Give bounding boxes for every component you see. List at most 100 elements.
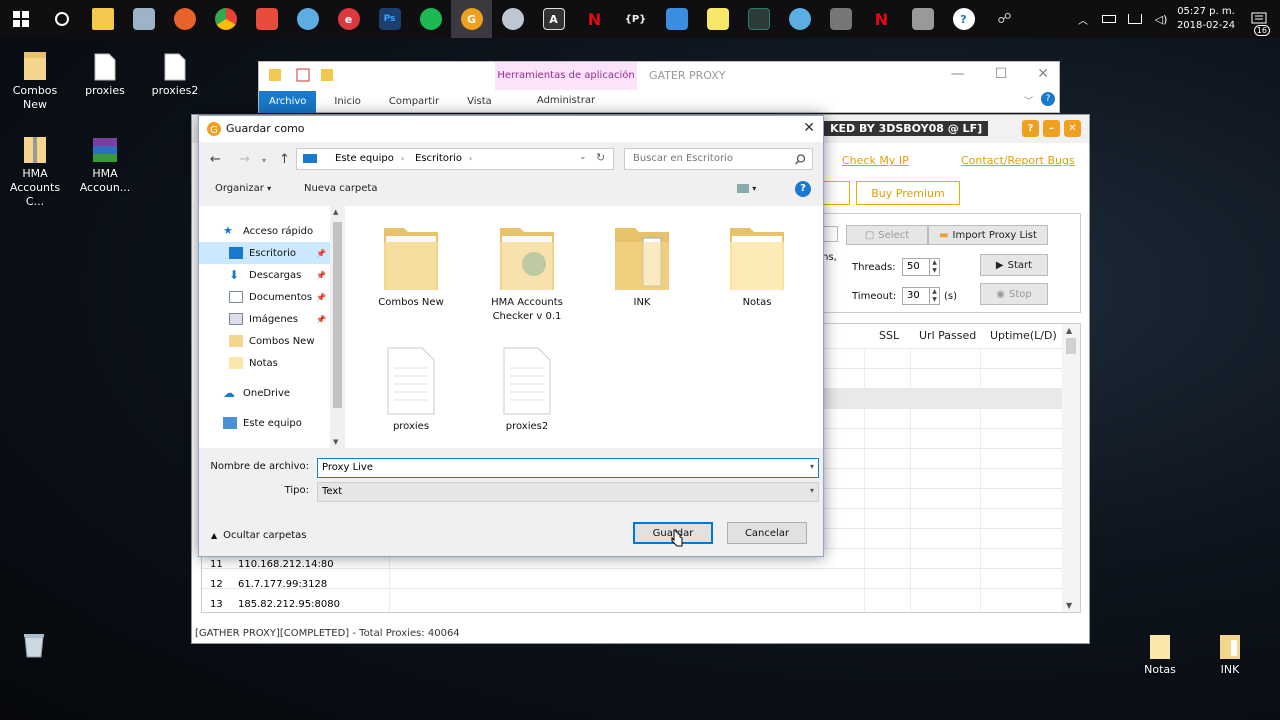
table-scrollbar[interactable]: ▲ ▼	[1062, 324, 1080, 612]
nav-notas[interactable]: Notas	[199, 352, 330, 374]
file-type-select[interactable]: Text ▾	[317, 482, 819, 502]
timeout-spinner[interactable]: 30 ▲ ▼	[902, 287, 940, 305]
forward-arrow-icon[interactable]: →	[239, 152, 250, 167]
search-input[interactable]: Buscar en Escritorio	[624, 148, 813, 170]
nav-scrollbar[interactable]: ▲ ▼	[330, 206, 345, 448]
chevron-down-icon[interactable]: ▾	[810, 486, 814, 495]
desktop-icon-combos-new[interactable]: Combos New	[0, 47, 70, 112]
tray-volume[interactable]: ◁)	[1148, 13, 1174, 26]
new-folder-button[interactable]: Nueva carpeta	[304, 183, 377, 194]
close-icon[interactable]: ✕	[1064, 120, 1081, 137]
taskbar-gather-proxy[interactable]: G	[451, 0, 492, 38]
buy-premium-button[interactable]: Buy Premium	[856, 181, 960, 205]
tray-chevron[interactable]: ︿	[1070, 12, 1096, 27]
scroll-down-icon[interactable]: ▼	[333, 438, 338, 446]
nav-este-equipo[interactable]: Este equipo	[199, 412, 330, 434]
file-item-proxies2[interactable]: proxies2	[477, 344, 577, 434]
threads-spinner[interactable]: 50 ▲ ▼	[902, 258, 940, 276]
desktop-icon-hma-archive[interactable]: HMA Accoun...	[70, 130, 140, 195]
taskbar-shield-app[interactable]	[902, 0, 943, 38]
nav-descargas[interactable]: ⬇ Descargas 📌	[199, 264, 330, 286]
view-options-button[interactable]: ▾	[737, 183, 756, 194]
desktop-icon-notas[interactable]: Notas	[1125, 626, 1195, 677]
desktop-icon-proxies[interactable]: proxies	[70, 47, 140, 98]
nav-combos-new[interactable]: Combos New	[199, 330, 330, 352]
refresh-icon[interactable]: ↻	[596, 151, 605, 164]
col-ssl[interactable]: SSL	[879, 329, 899, 342]
help-icon[interactable]: ?	[1022, 120, 1039, 137]
scroll-thumb[interactable]	[333, 222, 342, 408]
taskbar-sticky-notes[interactable]	[697, 0, 738, 38]
spinner-arrows-icon[interactable]: ▲ ▼	[929, 288, 939, 304]
taskbar-file-explorer[interactable]	[82, 0, 123, 38]
taskbar-paint-app[interactable]	[246, 0, 287, 38]
explorer-window[interactable]: Herramientas de aplicación Administrar G…	[258, 61, 1060, 113]
start-button[interactable]: ▶ Start	[980, 254, 1048, 276]
action-center-button[interactable]: 16	[1238, 12, 1280, 36]
organize-button[interactable]: Organizar ▾	[215, 183, 271, 194]
taskbar-tool-app[interactable]	[820, 0, 861, 38]
address-dropdown-icon[interactable]: ⌄	[579, 152, 587, 162]
hide-folders-toggle[interactable]: ▲ Ocultar carpetas	[211, 530, 306, 541]
taskbar-firefox[interactable]	[164, 0, 205, 38]
taskbar-vpn[interactable]: e	[328, 0, 369, 38]
breadcrumb-escritorio[interactable]: Escritorio	[415, 153, 462, 164]
taskbar-sync-app[interactable]	[656, 0, 697, 38]
file-item-ink[interactable]: INK	[592, 220, 692, 310]
scroll-up-icon[interactable]: ▲	[333, 208, 338, 216]
file-item-hma-checker[interactable]: HMA Accounts Checker v 0.1	[477, 220, 577, 324]
taskbar-spotify[interactable]	[410, 0, 451, 38]
taskbar-people[interactable]: ☍	[984, 0, 1025, 38]
taskbar-text-editor[interactable]: A	[533, 0, 574, 38]
minimize-icon[interactable]: –	[1043, 120, 1060, 137]
taskbar-netflix-2[interactable]: N	[861, 0, 902, 38]
scroll-down-icon[interactable]: ▼	[1066, 601, 1072, 610]
table-row[interactable]: 12 61.7.177.99:3128	[202, 574, 327, 594]
help-icon[interactable]: ?	[1041, 92, 1055, 106]
desktop-icon-hma-checker[interactable]: HMA Accounts C...	[0, 130, 70, 209]
start-button[interactable]	[0, 0, 41, 38]
taskbar-terminal[interactable]	[738, 0, 779, 38]
contact-link[interactable]: Contact/Report Bugs	[961, 154, 1075, 167]
nav-escritorio[interactable]: Escritorio 📌	[199, 242, 330, 264]
nav-onedrive[interactable]: ☁ OneDrive	[199, 382, 330, 404]
tab-archivo[interactable]: Archivo	[259, 91, 317, 113]
taskbar-photoshop[interactable]: Ps	[369, 0, 410, 38]
table-row[interactable]: 11 110.168.212.14:80	[202, 554, 334, 574]
chevron-down-icon[interactable]: ﹀	[1024, 94, 1033, 107]
cancel-button[interactable]: Cancelar	[727, 522, 807, 544]
chevron-down-icon[interactable]: ▾	[810, 462, 814, 471]
recent-chevron-icon[interactable]: ▾	[262, 156, 266, 165]
file-item-notas[interactable]: Notas	[707, 220, 807, 310]
taskbar-notes-app[interactable]	[123, 0, 164, 38]
help-icon[interactable]: ?	[795, 181, 811, 197]
taskbar-globe-app-2[interactable]	[779, 0, 820, 38]
filename-field[interactable]: Proxy Live ▾	[317, 458, 819, 478]
tab-compartir[interactable]: Compartir	[379, 91, 449, 113]
tray-battery[interactable]	[1096, 15, 1122, 23]
breadcrumb-este-equipo[interactable]: Este equipo	[335, 153, 394, 164]
taskbar-steam[interactable]	[492, 0, 533, 38]
scroll-thumb[interactable]	[1066, 338, 1076, 354]
close-icon[interactable]: ✕	[1037, 66, 1049, 82]
col-url-passed[interactable]: Url Passed	[919, 329, 976, 342]
address-bar[interactable]: Este equipo › Escritorio › ⌄ ↻	[296, 148, 614, 170]
close-icon[interactable]: ✕	[803, 120, 815, 136]
tray-network[interactable]	[1122, 14, 1148, 24]
desktop-icon-recycle-bin[interactable]	[0, 624, 68, 661]
cortana-button[interactable]	[41, 0, 82, 38]
taskbar-clock[interactable]: 05:27 p. m. 2018-02-24	[1174, 5, 1238, 33]
spinner-arrows-icon[interactable]: ▲ ▼	[929, 259, 939, 275]
taskbar-braces-app[interactable]: {P}	[615, 0, 656, 38]
manage-tab[interactable]: Administrar	[495, 90, 637, 112]
select-button[interactable]: ▢ Select	[846, 225, 928, 245]
save-as-dialog[interactable]: G Guardar como ✕ ← → ▾ ↑ Este equipo › E…	[198, 115, 824, 557]
check-ip-link[interactable]: Check My IP	[842, 154, 909, 167]
col-uptime[interactable]: Uptime(L/D)	[990, 329, 1057, 342]
tab-inicio[interactable]: Inicio	[324, 91, 370, 113]
nav-imagenes[interactable]: Imágenes 📌	[199, 308, 330, 330]
minimize-icon[interactable]: —	[951, 66, 965, 82]
nav-documentos[interactable]: Documentos 📌	[199, 286, 330, 308]
table-row[interactable]: 13 185.82.212.95:8080	[202, 594, 340, 612]
maximize-icon[interactable]: ☐	[995, 66, 1008, 82]
